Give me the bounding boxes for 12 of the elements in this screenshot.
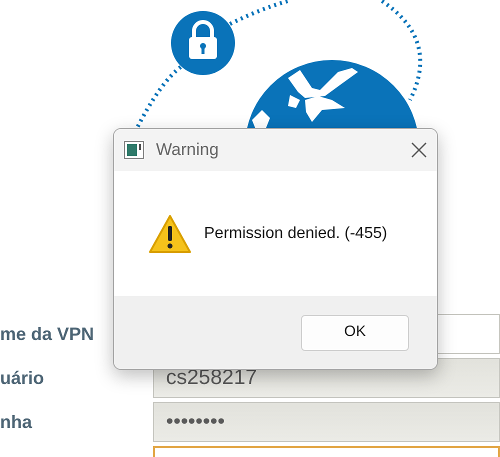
dialog-title: Warning: [156, 139, 220, 162]
field-label: uário: [0, 366, 46, 390]
error-message: Permission denied. (-455): [204, 224, 388, 244]
ok-button[interactable]: OK: [301, 314, 409, 350]
field-label: nha: [0, 410, 34, 434]
app-icon: [124, 141, 144, 159]
input-field[interactable]: ••••••••: [153, 402, 500, 442]
warning-icon: [148, 214, 192, 254]
input-field[interactable]: [153, 446, 500, 457]
field-label: me da VPN: [0, 322, 96, 346]
close-icon[interactable]: [411, 142, 427, 158]
lock-icon: [171, 11, 235, 75]
